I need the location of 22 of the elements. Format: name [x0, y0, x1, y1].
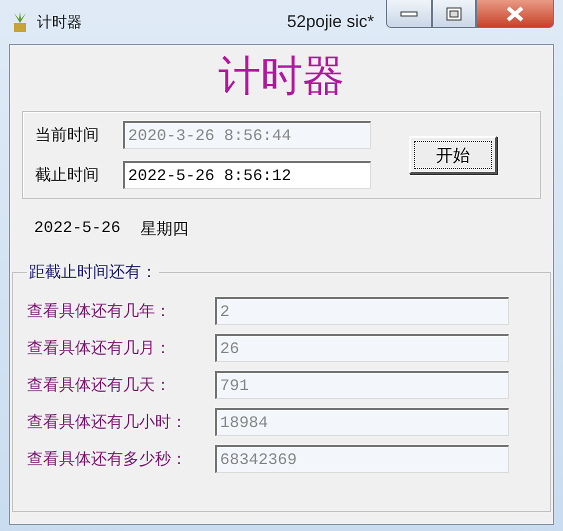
field-label: 截止时间 [35, 166, 100, 186]
start-button[interactable]: 开始 [409, 136, 497, 174]
field-label: 查看具体还有多少秒： [27, 450, 188, 470]
group-title: 距截止时间还有： [28, 262, 158, 283]
minimize-button[interactable] [386, 0, 432, 28]
date-text: 2022-5-26 [34, 219, 120, 239]
maximize-icon [446, 6, 462, 20]
field-label: 查看具体还有几年： [27, 302, 172, 322]
maximize-button[interactable] [432, 0, 476, 28]
field-label: 查看具体还有几天： [27, 376, 172, 396]
window-title: 计时器 [37, 12, 82, 32]
app-heading: 计时器 [218, 53, 344, 101]
close-button[interactable] [476, 0, 554, 28]
field-label: 查看具体还有几月： [27, 338, 172, 358]
close-icon [505, 6, 525, 22]
minimize-icon [400, 10, 418, 16]
caption-text: 52pojie sic* [287, 12, 374, 32]
time-field[interactable]: 2022-5-26 8:56:12 [123, 161, 371, 189]
weekday-text: 星期四 [140, 220, 188, 240]
plant-icon [11, 11, 29, 33]
field-label: 当前时间 [35, 126, 100, 146]
field-label: 查看具体还有几小时： [27, 412, 188, 432]
